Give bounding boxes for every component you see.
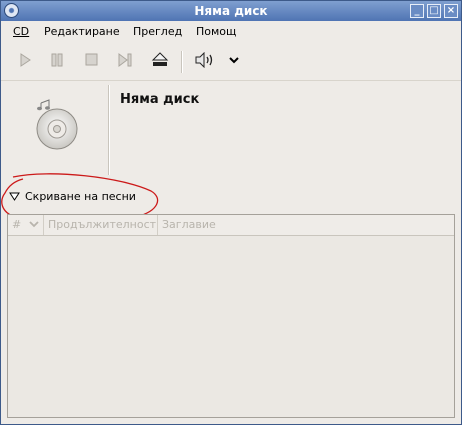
play-icon: [20, 53, 31, 67]
close-button[interactable]: ×: [444, 4, 458, 18]
volume-button[interactable]: [192, 49, 218, 71]
track-list[interactable]: # Продължителност Заглавие: [7, 214, 455, 418]
disc-title: Няма диск: [120, 92, 200, 107]
minimize-button[interactable]: _: [410, 4, 424, 18]
hide-tracks-expander[interactable]: Скриване на песни: [9, 190, 136, 203]
toolbar: [1, 43, 461, 79]
column-number-label: #: [12, 218, 22, 231]
next-track-button[interactable]: [114, 49, 136, 71]
stop-button[interactable]: [80, 49, 102, 71]
stop-icon: [85, 53, 98, 66]
play-button[interactable]: [14, 49, 36, 71]
volume-icon: [195, 52, 213, 68]
application-window: Няма диск _ □ × CD Редактиране Преглед П…: [0, 0, 462, 425]
hide-tracks-label: Скриване на песни: [25, 190, 136, 203]
album-divider: [108, 85, 110, 175]
volume-menu-icon: [229, 57, 239, 64]
album-art: [15, 93, 101, 173]
eject-icon: [151, 52, 169, 66]
volume-menu-button[interactable]: [226, 49, 242, 71]
toolbar-separator: [181, 51, 183, 73]
next-track-icon: [118, 53, 132, 67]
menu-edit[interactable]: Редактиране: [44, 25, 120, 38]
eject-button[interactable]: [149, 49, 171, 71]
toolbar-divider: [1, 80, 461, 81]
maximize-button[interactable]: □: [427, 4, 441, 18]
sort-chevron-icon: [29, 221, 39, 228]
menu-bar: CD Редактиране Преглед Помощ: [1, 22, 461, 42]
track-list-header: # Продължителност Заглавие: [8, 215, 454, 236]
menu-cd[interactable]: CD: [13, 25, 29, 38]
title-bar[interactable]: Няма диск _ □ ×: [1, 1, 461, 21]
pause-button[interactable]: [46, 49, 68, 71]
menu-view[interactable]: Преглед: [133, 25, 182, 38]
column-duration[interactable]: Продължителност: [44, 215, 158, 235]
music-cd-icon: [36, 99, 78, 150]
window-title: Няма диск: [194, 4, 268, 18]
menu-help[interactable]: Помощ: [196, 25, 236, 38]
column-title[interactable]: Заглавие: [158, 215, 454, 235]
pause-icon: [51, 53, 63, 67]
column-number[interactable]: #: [8, 215, 44, 235]
expander-triangle-icon: [9, 192, 20, 201]
